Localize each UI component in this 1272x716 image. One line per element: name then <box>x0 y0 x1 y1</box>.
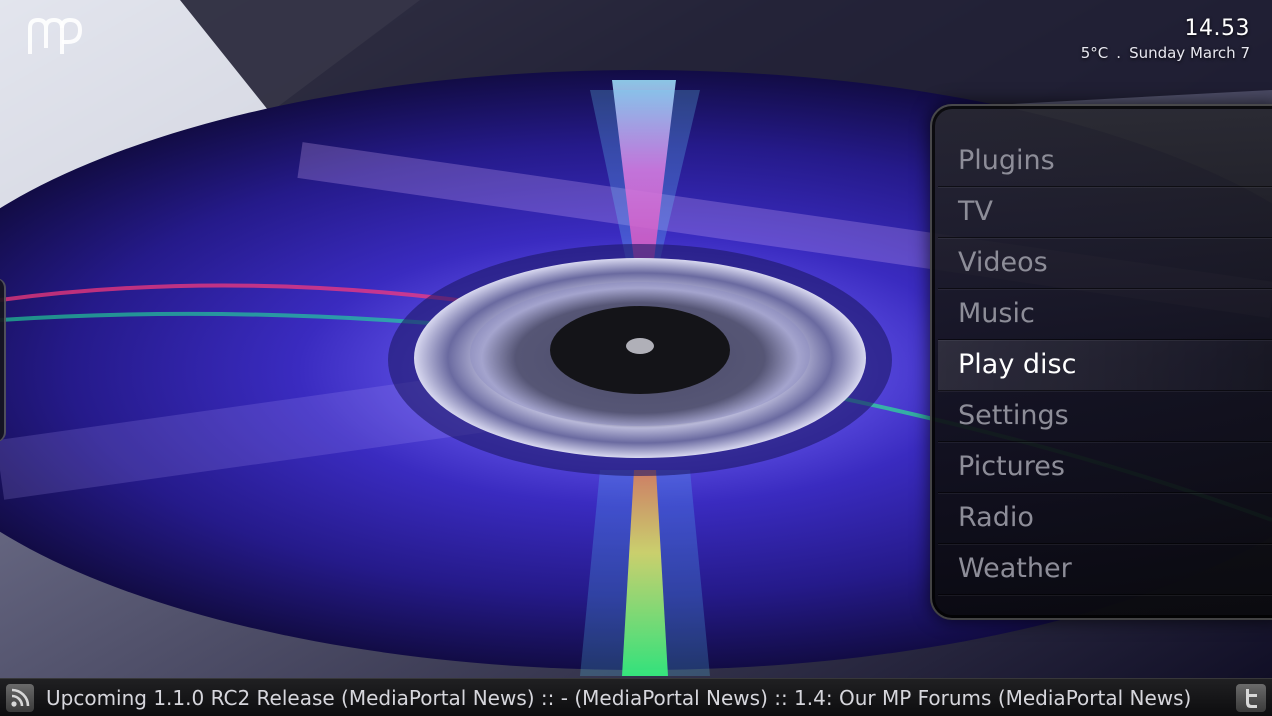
rss-icon[interactable] <box>6 684 34 712</box>
weather-date-line: 5°C. Sunday March 7 <box>1081 44 1250 62</box>
mediaportal-home-screen: 14.53 5°C. Sunday March 7 Plugins TV Vide… <box>0 0 1272 716</box>
menu-item-radio[interactable]: Radio <box>938 493 1272 544</box>
clock-time: 14.53 <box>1184 16 1250 41</box>
current-date: Sunday March 7 <box>1129 44 1250 62</box>
news-ticker-text[interactable]: Upcoming 1.1.0 RC2 Release (MediaPortal … <box>46 679 1226 716</box>
mediaportal-logo-icon <box>28 17 83 54</box>
menu-item-settings[interactable]: Settings <box>938 391 1272 442</box>
news-ticker-bar: Upcoming 1.1.0 RC2 Release (MediaPortal … <box>0 678 1272 716</box>
rss-glyph-icon <box>11 688 30 707</box>
menu-item-play-disc[interactable]: Play disc <box>938 340 1272 391</box>
main-menu-list: Plugins TV Videos Music Play disc Settin… <box>938 136 1272 595</box>
menu-item-pictures[interactable]: Pictures <box>938 442 1272 493</box>
menu-item-tv[interactable]: TV <box>938 187 1272 238</box>
twitter-icon[interactable] <box>1236 684 1266 712</box>
menu-item-weather[interactable]: Weather <box>938 544 1272 595</box>
menu-item-plugins[interactable]: Plugins <box>938 136 1272 187</box>
menu-item-videos[interactable]: Videos <box>938 238 1272 289</box>
separator-dot: . <box>1116 44 1122 62</box>
temperature: 5°C <box>1080 44 1109 62</box>
twitter-glyph-icon <box>1246 689 1257 708</box>
side-menu-handle[interactable] <box>0 278 6 442</box>
menu-item-music[interactable]: Music <box>938 289 1272 340</box>
